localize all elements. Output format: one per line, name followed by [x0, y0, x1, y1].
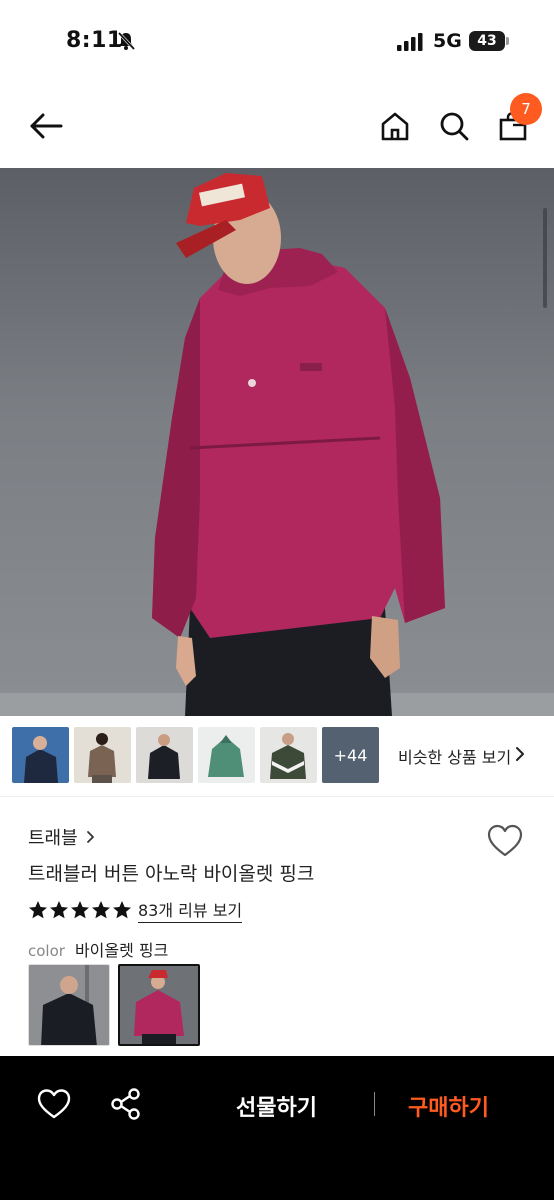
- color-option-violet-pink[interactable]: [118, 964, 200, 1046]
- star-icon: [113, 901, 131, 919]
- thumbnail-image: [136, 727, 193, 783]
- product-page: 8:11 5G 43 7 +44 비슷한 상품 보기 트래블 트래블러 버튼 아…: [0, 0, 554, 1200]
- brand-name: 트래블: [28, 828, 78, 849]
- color-value: 바이올렛 핑크: [74, 941, 169, 960]
- thumbnail-more[interactable]: +44: [322, 727, 379, 783]
- share-button[interactable]: [108, 1086, 144, 1122]
- bottom-action-bar: 선물하기 구매하기: [0, 1056, 554, 1200]
- thumbnail-4[interactable]: [198, 727, 255, 783]
- image-scroll-indicator: [543, 208, 547, 308]
- chevron-right-icon: [516, 747, 524, 761]
- divider: [0, 796, 554, 797]
- reviews-link[interactable]: 83개 리뷰 보기: [138, 897, 243, 923]
- signal-icon: [397, 33, 423, 51]
- thumbnail-image: [12, 727, 69, 783]
- product-main-image[interactable]: [0, 168, 554, 716]
- thumbnail-5[interactable]: [260, 727, 317, 783]
- thumbnail-image: [260, 727, 317, 783]
- thumbnail-image: [198, 727, 255, 783]
- heart-outline-icon: [37, 1089, 71, 1119]
- thumbnail-image: [74, 727, 131, 783]
- star-rating: [28, 900, 132, 920]
- star-icon: [92, 901, 110, 919]
- back-arrow-icon: [30, 113, 63, 139]
- chevron-right-icon: [86, 831, 94, 843]
- similar-products-link[interactable]: 비슷한 상품 보기: [398, 744, 511, 768]
- star-icon: [29, 901, 47, 919]
- search-icon: [440, 112, 469, 141]
- home-button[interactable]: [375, 106, 415, 146]
- cart-count-badge: 7: [510, 93, 542, 125]
- model-photo: [0, 173, 554, 716]
- status-bar: 8:11 5G 43: [0, 0, 554, 84]
- gift-button[interactable]: 선물하기: [236, 1090, 317, 1122]
- thumbnail-2[interactable]: [74, 727, 131, 783]
- rating-row: 83개 리뷰 보기: [28, 897, 243, 923]
- swatch-image: [29, 965, 109, 1045]
- color-option-black[interactable]: [28, 964, 110, 1046]
- share-icon: [111, 1088, 140, 1120]
- buy-button[interactable]: 구매하기: [408, 1090, 489, 1122]
- thumbnail-3[interactable]: [136, 727, 193, 783]
- star-icon: [50, 901, 68, 919]
- thumbnail-1[interactable]: [12, 727, 69, 783]
- network-label: 5G: [433, 30, 462, 52]
- color-label: color: [28, 942, 65, 960]
- star-icon: [71, 901, 89, 919]
- product-title: 트래블러 버튼 아노락 바이올렛 핑크: [28, 863, 315, 885]
- status-time: 8:11: [66, 28, 123, 53]
- search-button[interactable]: [434, 106, 474, 146]
- top-nav: [0, 84, 554, 168]
- back-button[interactable]: [26, 106, 66, 146]
- wishlist-button[interactable]: [486, 822, 524, 860]
- home-icon: [381, 112, 409, 141]
- battery-indicator: 43: [469, 31, 509, 51]
- brand-link[interactable]: 트래블: [28, 824, 96, 850]
- thumbnail-strip: +44 비슷한 상품 보기: [0, 724, 554, 788]
- more-count: +44: [333, 745, 368, 765]
- bottom-wishlist-button[interactable]: [36, 1086, 72, 1122]
- swatch-image: [120, 966, 198, 1044]
- heart-outline-icon: [487, 824, 523, 857]
- separator: [374, 1092, 375, 1116]
- color-row: color 바이올렛 핑크: [28, 937, 168, 961]
- bell-muted-icon: [117, 31, 136, 51]
